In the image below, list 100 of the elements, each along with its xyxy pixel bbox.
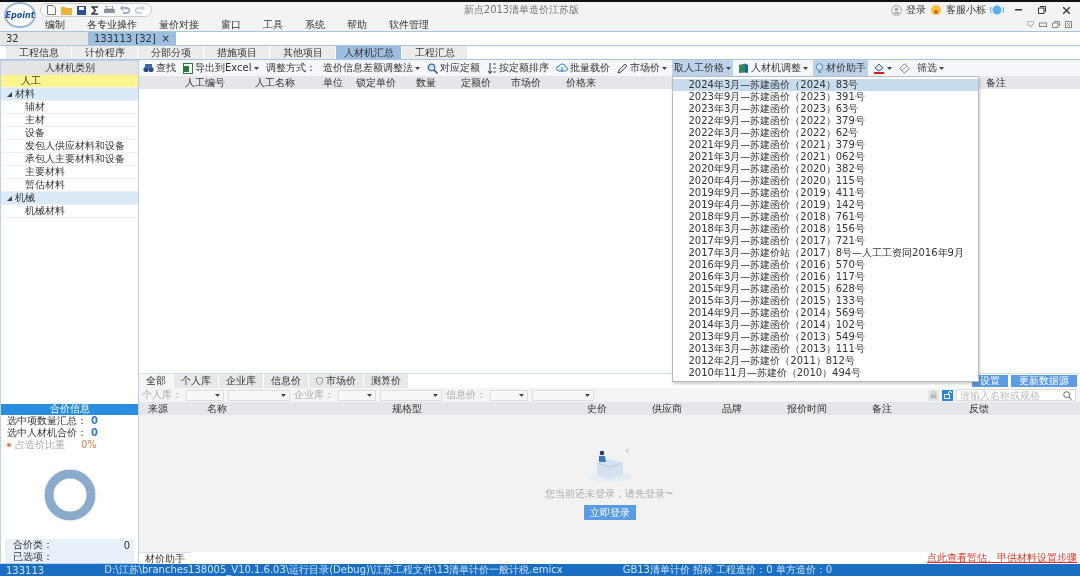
column-header[interactable]: 供应商	[637, 402, 697, 416]
menu-item[interactable]: 各专业操作	[76, 17, 148, 32]
close-doc-icon[interactable]	[1065, 21, 1072, 28]
tree-item[interactable]: 承包人主要材料和设备	[1, 153, 138, 166]
menu-option[interactable]: 2016年9月—苏建函价（2016）570号	[672, 259, 978, 271]
column-header[interactable]: 反馈	[917, 402, 1040, 416]
module-tab[interactable]: 措施项目	[204, 46, 270, 59]
module-tab[interactable]: 其他项目	[270, 46, 336, 59]
printer-icon[interactable]	[104, 5, 115, 15]
toolbar-button[interactable]: 导出到Excel	[181, 60, 261, 76]
broadcast-icon[interactable]	[990, 5, 1004, 15]
menu-option[interactable]: 2022年9月—苏建函价（2022）379号	[672, 115, 978, 127]
tree-item[interactable]: 人工	[1, 75, 138, 88]
menu-option[interactable]: 2021年3月—苏建函价（2021）062号	[672, 151, 978, 163]
document-tab[interactable]: 32	[0, 32, 88, 45]
close-icon[interactable]	[1062, 6, 1070, 14]
minimize-icon[interactable]	[1014, 9, 1022, 11]
lock-button[interactable]	[928, 389, 939, 401]
toolbar-button[interactable]: 查找	[141, 60, 178, 76]
expanded-triangle-icon[interactable]	[7, 91, 12, 97]
mascot-icon[interactable]	[930, 4, 942, 16]
source-tab[interactable]: 测算价	[364, 374, 409, 388]
menu-option[interactable]: 2018年3月—苏建函价（2018）156号	[672, 223, 978, 235]
expanded-triangle-icon[interactable]	[7, 195, 12, 201]
module-tab[interactable]: 计价程序	[72, 46, 138, 59]
menu-option[interactable]: 2019年9月—苏建函价（2019）411号	[672, 187, 978, 199]
tree-item[interactable]: 发包人供应材料和设备	[1, 140, 138, 153]
tree-item[interactable]: 设备	[1, 127, 138, 140]
menu-item[interactable]: 帮助	[336, 17, 378, 32]
menu-option[interactable]: 2014年3月—苏建函价（2014）102号	[672, 319, 978, 331]
source-tab[interactable]: 企业库	[219, 374, 264, 388]
toolbar-button[interactable]	[896, 60, 912, 76]
column-header[interactable]: 报价时间	[767, 402, 847, 416]
login-link[interactable]: 登录	[906, 3, 926, 17]
menu-option[interactable]: 2020年9月—苏建函价（2020）382号	[672, 163, 978, 175]
tree-item[interactable]: 暂估材料	[1, 179, 138, 192]
restore-doc-icon[interactable]	[1052, 21, 1060, 28]
minimize-doc-icon[interactable]	[1039, 21, 1047, 27]
toolbar-button[interactable]: 批量载价	[553, 60, 612, 76]
redo-icon[interactable]	[135, 5, 145, 15]
menu-option[interactable]: 2015年3月—苏建函价（2015）133号	[672, 295, 978, 307]
tree-item[interactable]: 主要材料	[1, 166, 138, 179]
menu-option[interactable]: 2017年3月—苏建价站（2017）8号—人工工资同2016年9月	[672, 247, 978, 259]
toolbar-button[interactable]: 造价信息差额调整法	[320, 60, 422, 76]
column-header[interactable]: 市场价	[501, 76, 551, 90]
column-header[interactable]: 史价	[557, 402, 637, 416]
menu-option[interactable]: 2023年9月—苏建函价（2023）391号	[672, 91, 978, 103]
column-header[interactable]: 锁定单价	[351, 76, 401, 90]
menu-option[interactable]: 2012年2月—苏建价（2011）812号	[672, 355, 978, 367]
help-link[interactable]: 点此查看暂估、甲供材料设置步骤	[927, 552, 1080, 564]
module-tab[interactable]: 人材机汇总	[336, 46, 402, 59]
menu-option[interactable]: 2017年9月—苏建函价（2017）721号	[672, 235, 978, 247]
toolbar-button[interactable]: 市场价	[614, 60, 669, 76]
toolbar-button[interactable]: 对应定额	[424, 60, 482, 76]
tree-item[interactable]: 机械材料	[1, 205, 138, 218]
tree-item[interactable]: 材料	[1, 88, 138, 101]
menu-option[interactable]: 2016年3月—苏建函价（2016）117号	[672, 271, 978, 283]
source-tab[interactable]: 个人库	[174, 374, 219, 388]
column-header[interactable]: 定额价	[451, 76, 501, 90]
search-field[interactable]: 请输入名称或规格	[956, 389, 1076, 401]
column-header[interactable]: 名称	[177, 402, 257, 416]
restore-icon[interactable]	[1038, 6, 1046, 14]
document-icon[interactable]	[47, 5, 56, 15]
user-icon[interactable]	[891, 4, 902, 16]
menu-option[interactable]: 2013年9月—苏建函价（2013）549号	[672, 331, 978, 343]
menu-option[interactable]: 2013年3月—苏建函价（2013）111号	[672, 343, 978, 355]
menu-option[interactable]: 2023年3月—苏建函价（2023）63号	[672, 103, 978, 115]
tree-item[interactable]: 机械	[1, 192, 138, 205]
undo-icon[interactable]	[120, 5, 130, 15]
column-header[interactable]: 单位	[315, 76, 351, 90]
tree-item[interactable]: 主材	[1, 114, 138, 127]
sigma-icon[interactable]	[91, 5, 99, 15]
source-tab[interactable]: 市场价	[309, 374, 364, 388]
menu-item[interactable]: 软件管理	[378, 17, 440, 32]
support-link[interactable]: 客服小栎	[946, 3, 986, 17]
menu-option[interactable]: 2014年9月—苏建函价（2014）569号	[672, 307, 978, 319]
column-header[interactable]: 人工名称	[235, 76, 315, 90]
source-tab[interactable]: 全部	[139, 374, 174, 388]
app-logo[interactable]: Epoint	[4, 2, 36, 28]
menu-item[interactable]: 工具	[252, 17, 294, 32]
menu-option[interactable]: 2022年3月—苏建函价（2022）62号	[672, 127, 978, 139]
module-tab[interactable]: 工程汇总	[402, 46, 468, 59]
column-header[interactable]: 价格来	[551, 76, 611, 90]
toolbar-button[interactable]: 材价助手	[812, 60, 868, 76]
toolbar-button[interactable]: 筛选	[914, 60, 946, 76]
menu-item[interactable]: 窗口	[210, 17, 252, 32]
column-header[interactable]: 备注	[847, 402, 917, 416]
toolbar-button[interactable]: 人材机调整	[735, 60, 810, 76]
save-icon[interactable]	[77, 5, 86, 15]
menu-item[interactable]: 编制	[34, 17, 76, 32]
toolbar-button[interactable]: 按定额排序	[484, 60, 551, 76]
tree-item[interactable]: 辅材	[1, 101, 138, 114]
menu-option[interactable]: 2021年9月—苏建函价（2021）379号	[672, 139, 978, 151]
menu-item[interactable]: 系统	[294, 17, 336, 32]
folder-icon[interactable]	[61, 5, 72, 15]
column-header[interactable]: 品牌	[697, 402, 767, 416]
column-header[interactable]: 数量	[401, 76, 451, 90]
bottom-tab[interactable]: 材价助手	[139, 552, 191, 564]
source-tab[interactable]: 信息价	[264, 374, 309, 388]
module-tab[interactable]: 分部分项	[138, 46, 204, 59]
